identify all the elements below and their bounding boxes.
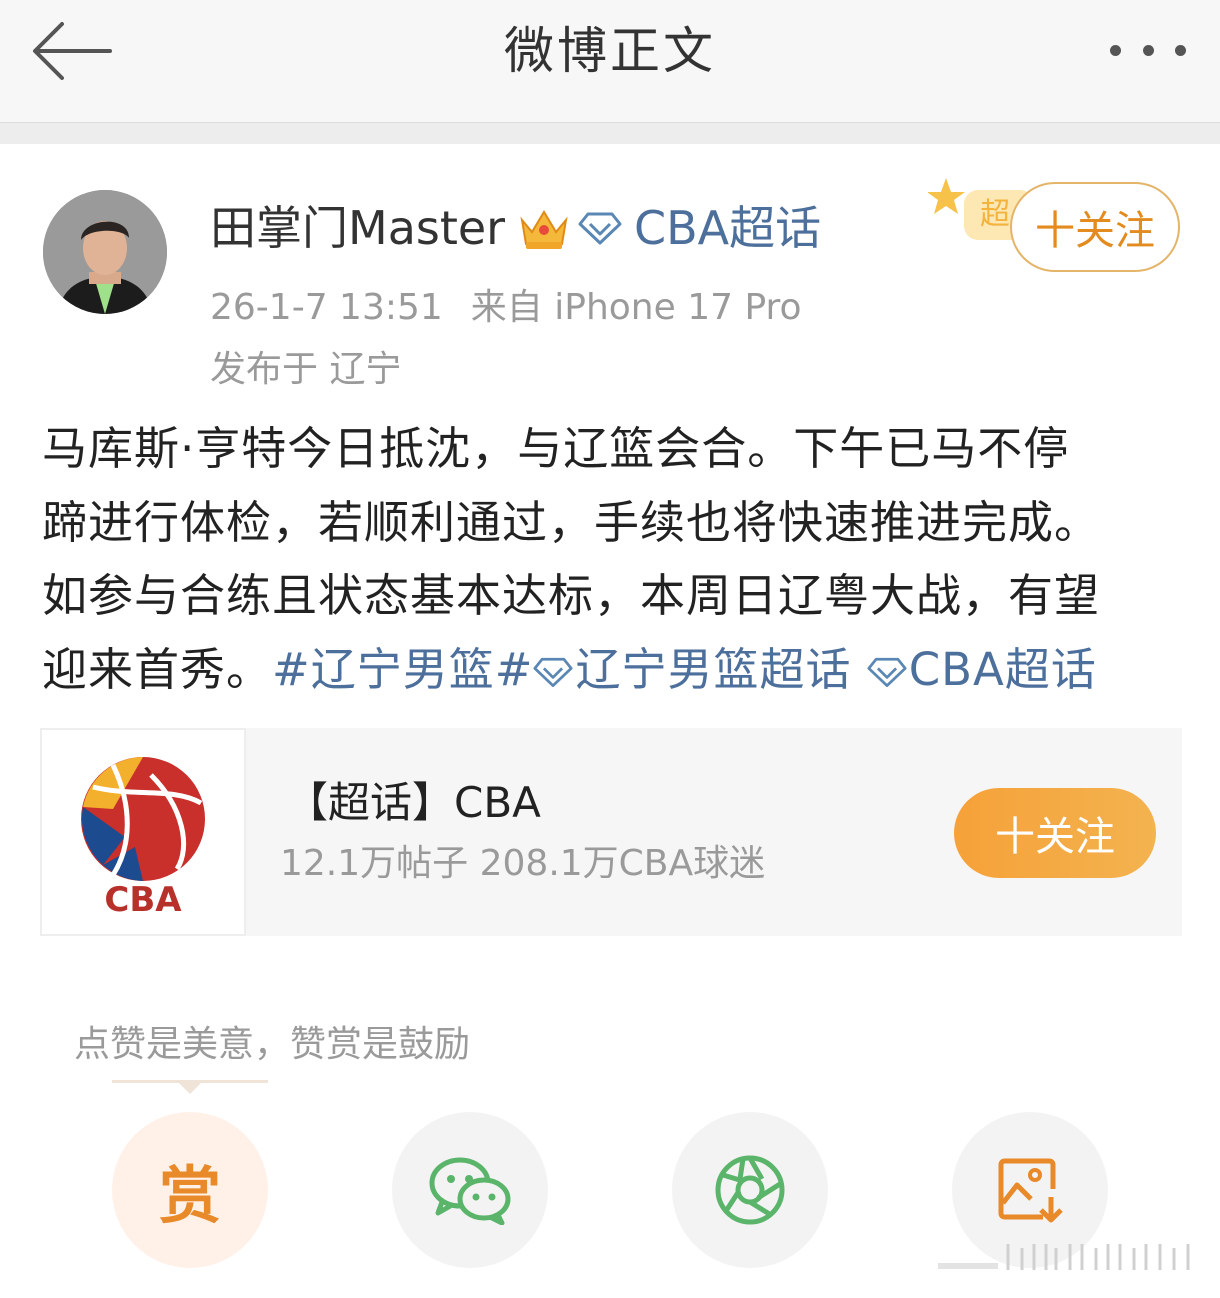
post-body-line: 如参与合练且状态基本达标，本周日辽粤大战，有望 (42, 569, 1101, 622)
crown-icon (520, 210, 568, 249)
reward-hint-text: 点赞是美意，赞赏是鼓励 (74, 1024, 471, 1065)
post-timestamp: 26-1-7 13:51 (210, 287, 443, 328)
cba-super-topic-label: CBA超话 (908, 642, 1097, 696)
cba-super-topic-inline-link[interactable]: CBA超话 (867, 643, 1097, 696)
share-wechat-button[interactable] (392, 1112, 548, 1268)
super-topic-card[interactable]: CBA 【超话】CBA 12.1万帖子 208.1万CBA球迷 十关注 (40, 728, 1182, 936)
save-image-icon (998, 1158, 1063, 1223)
post-body-last-line: 迎来首秀。#辽宁男篮# 辽宁男篮超话 CBA超话 (42, 633, 1182, 707)
super-topic-diamond-icon (867, 657, 907, 687)
follow-author-button[interactable]: 十关注 (1010, 182, 1180, 272)
liaoning-super-topic-link[interactable]: 辽宁男篮超话 (533, 643, 851, 696)
post-body: 马库斯·亨特今日抵沈，与辽篮会合。下午已马不停 蹄进行体检，若顺利通过，手续也将… (42, 412, 1182, 706)
follow-topic-button[interactable]: 十关注 (954, 788, 1156, 878)
post-body-line: 马库斯·亨特今日抵沈，与辽篮会合。下午已马不停 (42, 422, 1070, 475)
header-divider (0, 122, 1220, 144)
cba-super-topic-link[interactable]: CBA超话 (634, 200, 821, 256)
cba-logo: CBA (40, 728, 246, 936)
cba-logo-text: CBA (104, 880, 182, 917)
liaoning-super-topic-label: 辽宁男篮超话 (575, 642, 852, 696)
hint-caret-icon (178, 1082, 202, 1094)
post-body-line: 蹄进行体检，若顺利通过，手续也将快速推进完成。 (42, 495, 1101, 549)
reward-icon: 赏 (158, 1159, 221, 1232)
wechat-icon (429, 1157, 511, 1225)
post-source: 来自 iPhone 17 Pro (470, 287, 802, 328)
author-avatar[interactable] (43, 190, 167, 314)
back-button[interactable] (28, 18, 114, 84)
post-location: 发布于 辽宁 (210, 349, 402, 390)
more-dots-icon (1110, 44, 1121, 56)
top-navigation-bar: 微博正文 (0, 0, 1220, 122)
svg-text:超: 超 (980, 197, 1010, 232)
post-meta: 26-1-7 13:51 来自 iPhone 17 Pro (210, 286, 802, 330)
moments-icon (715, 1155, 785, 1225)
super-topic-diamond-icon (533, 657, 573, 687)
hashtag-liaoning-basketball[interactable]: #辽宁男篮# (272, 643, 533, 696)
post-body-line: 迎来首秀。 (42, 642, 273, 696)
more-options-button[interactable] (1100, 28, 1196, 72)
reward-button[interactable]: 赏 (112, 1112, 268, 1268)
share-moments-button[interactable] (672, 1112, 828, 1268)
topic-card-title: 【超话】CBA (286, 778, 541, 827)
page-title: 微博正文 (504, 22, 716, 80)
watermark-icon (938, 1244, 1190, 1270)
arrow-left-icon (33, 22, 112, 80)
cba-logo-icon: CBA (81, 757, 205, 917)
author-name[interactable]: 田掌门Master (210, 200, 505, 256)
super-topic-diamond-icon (578, 212, 622, 245)
avatar-image (43, 190, 167, 314)
topic-card-stats: 12.1万帖子 208.1万CBA球迷 (280, 843, 766, 884)
